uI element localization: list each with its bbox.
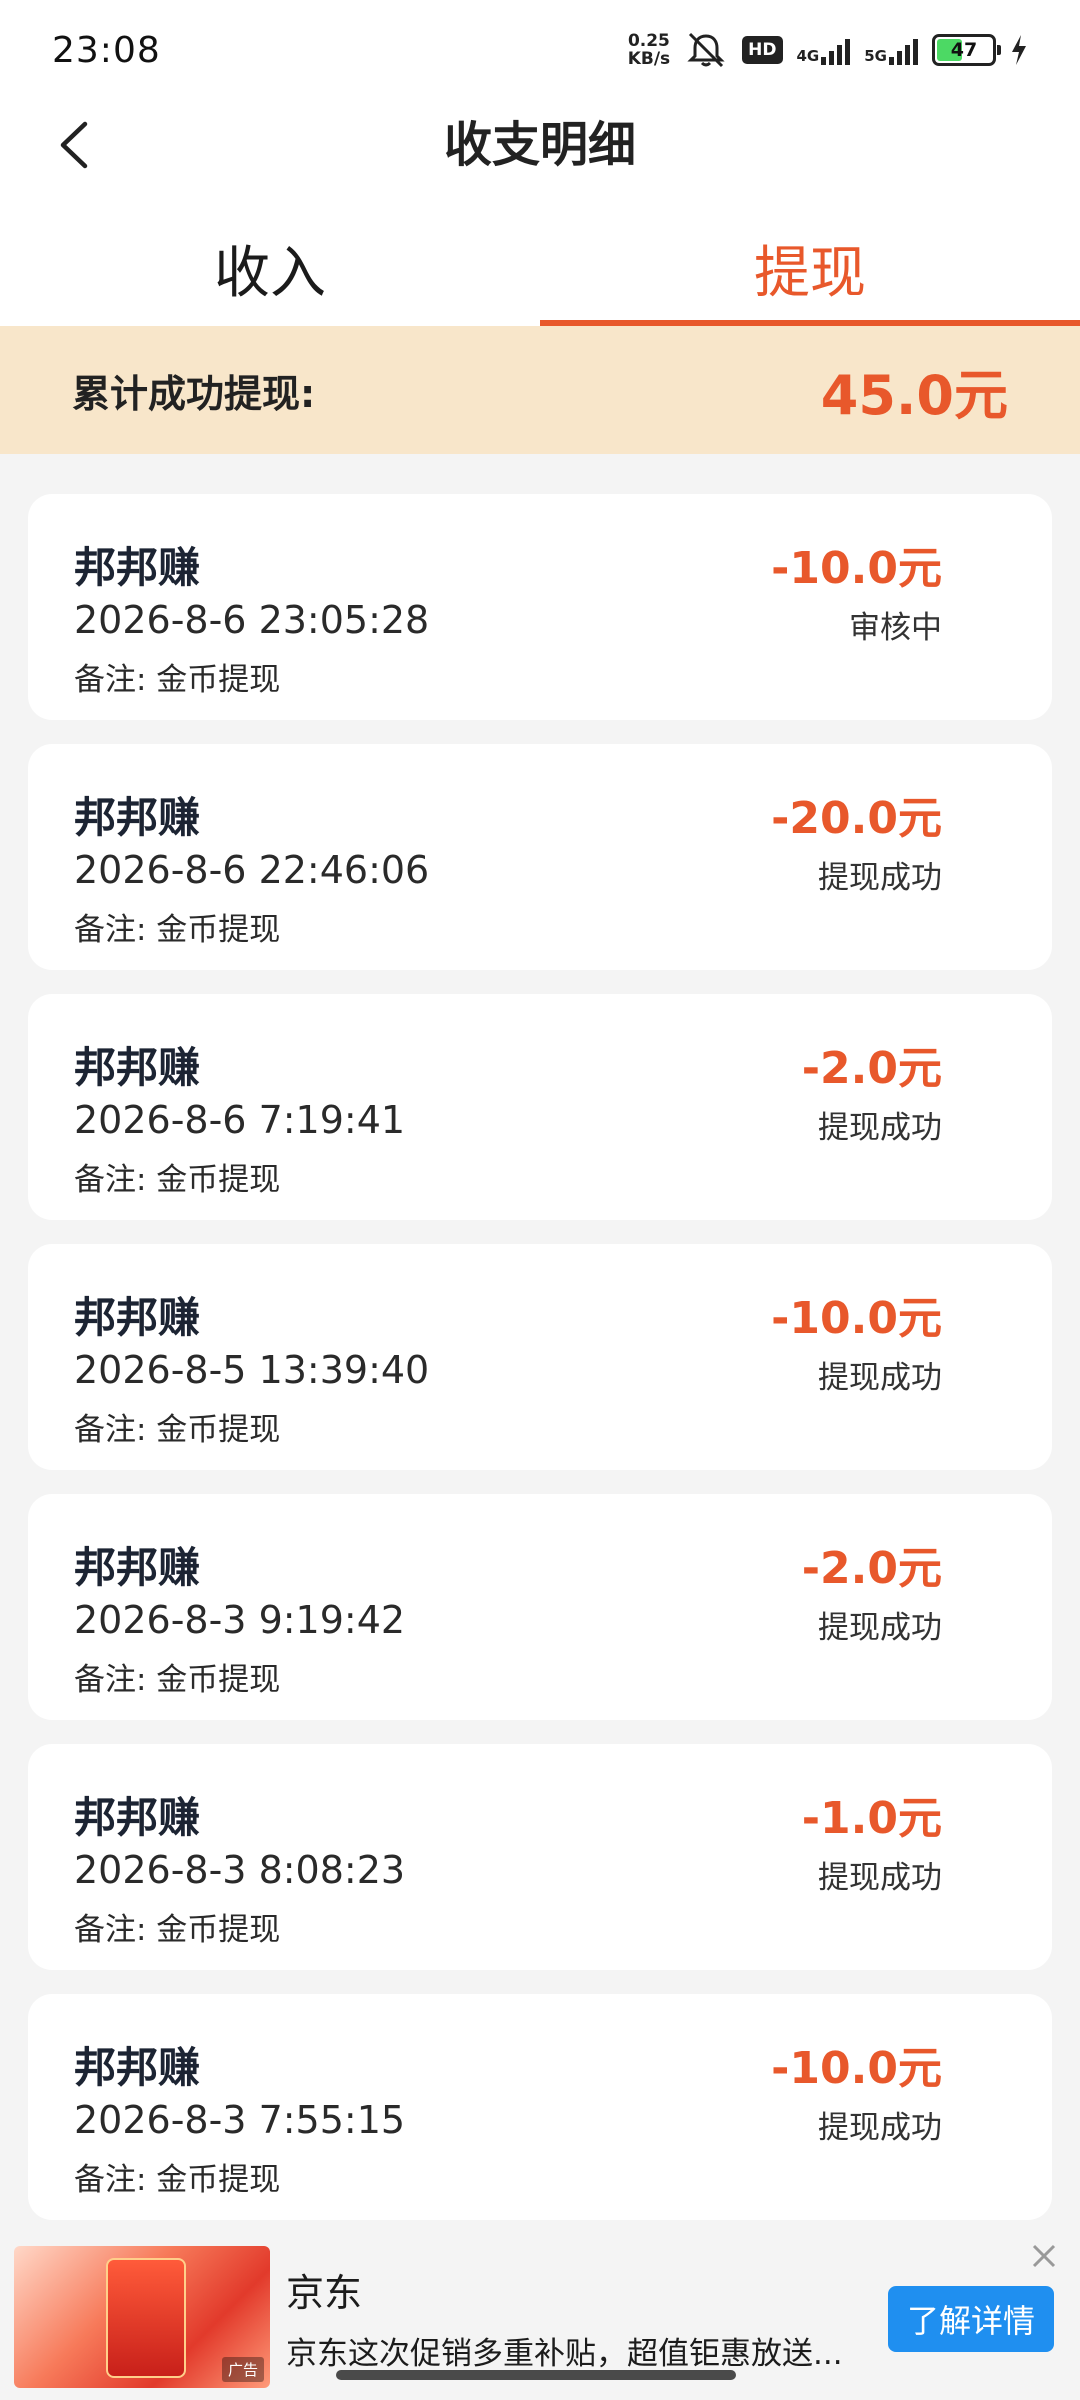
record-amount: -20.0元	[771, 793, 942, 844]
record-datetime: 2026-8-6 7:19:41	[74, 1098, 406, 1142]
tab-withdraw[interactable]: 提现	[540, 210, 1080, 326]
record-amount: -2.0元	[801, 1043, 942, 1094]
record-datetime: 2026-8-3 8:08:23	[74, 1848, 406, 1892]
record-card[interactable]: 邦邦赚 2026-8-5 13:39:40 备注: 金币提现 -10.0元 提现…	[28, 1244, 1052, 1470]
summary-label: 累计成功提现:	[72, 371, 316, 416]
battery-level: 47	[950, 39, 978, 61]
home-indicator[interactable]	[336, 2370, 736, 2380]
record-status: 提现成功	[818, 1110, 942, 1146]
record-note: 备注: 金币提现	[74, 1912, 281, 1948]
record-note: 备注: 金币提现	[74, 1662, 281, 1698]
record-source: 邦邦赚	[74, 1293, 201, 1342]
ad-learn-more-button[interactable]: 了解详情	[888, 2286, 1054, 2352]
record-datetime: 2026-8-6 23:05:28	[74, 598, 430, 642]
record-source: 邦邦赚	[74, 1793, 201, 1842]
ad-thumbnail[interactable]: 广告	[14, 2246, 270, 2388]
record-amount: -2.0元	[801, 1543, 942, 1594]
record-datetime: 2026-8-6 22:46:06	[74, 848, 430, 892]
record-source: 邦邦赚	[74, 793, 201, 842]
ad-brand: 京东	[286, 2271, 363, 2315]
record-card[interactable]: 邦邦赚 2026-8-6 7:19:41 备注: 金币提现 -2.0元 提现成功	[28, 994, 1052, 1220]
net-type-5g: 5G	[864, 47, 887, 65]
record-source: 邦邦赚	[74, 1543, 201, 1592]
record-card[interactable]: 邦邦赚 2026-8-3 7:55:15 备注: 金币提现 -10.0元 提现成…	[28, 1994, 1052, 2220]
status-time: 23:08	[52, 29, 161, 71]
record-amount: -1.0元	[801, 1793, 942, 1844]
record-card[interactable]: 邦邦赚 2026-8-6 23:05:28 备注: 金币提现 -10.0元 审核…	[28, 494, 1052, 720]
record-datetime: 2026-8-3 9:19:42	[74, 1598, 406, 1642]
net-type-4g: 4G	[796, 47, 820, 65]
withdraw-record-list: 邦邦赚 2026-8-6 23:05:28 备注: 金币提现 -10.0元 审核…	[28, 494, 1052, 2244]
record-status: 提现成功	[818, 1360, 942, 1396]
record-card[interactable]: 邦邦赚 2026-8-6 22:46:06 备注: 金币提现 -20.0元 提现…	[28, 744, 1052, 970]
record-amount: -10.0元	[771, 543, 942, 594]
record-status: 审核中	[849, 610, 942, 646]
page-title: 收支明细	[443, 117, 636, 173]
withdraw-detail-page: 23:08 0.25 KB/s HD 4G 5G 47 收支明细 收入 提现 累…	[0, 0, 1080, 2400]
tab-income[interactable]: 收入	[0, 210, 540, 326]
record-amount: -10.0元	[771, 1293, 942, 1344]
record-datetime: 2026-8-3 7:55:15	[74, 2098, 406, 2142]
status-icons: 0.25 KB/s HD 4G 5G 47	[628, 30, 1028, 70]
ad-tag: 广告	[221, 2357, 264, 2382]
record-source: 邦邦赚	[74, 543, 201, 592]
record-note: 备注: 金币提现	[74, 2162, 281, 2198]
status-bar: 23:08 0.25 KB/s HD 4G 5G 47	[0, 0, 1080, 100]
record-status: 提现成功	[818, 1610, 942, 1646]
record-note: 备注: 金币提现	[74, 1162, 281, 1198]
hd-badge: HD	[742, 36, 783, 64]
charging-bolt-icon	[1012, 35, 1026, 65]
record-note: 备注: 金币提现	[74, 912, 281, 948]
record-source: 邦邦赚	[74, 1043, 201, 1092]
record-source: 邦邦赚	[74, 2043, 201, 2092]
mute-bell-icon	[687, 32, 725, 68]
signal-5g: 5G	[864, 35, 918, 65]
withdraw-summary: 累计成功提现: 45.0元	[0, 326, 1080, 454]
record-card[interactable]: 邦邦赚 2026-8-3 8:08:23 备注: 金币提现 -1.0元 提现成功	[28, 1744, 1052, 1970]
signal-icon	[821, 35, 851, 65]
record-amount: -10.0元	[771, 2043, 942, 2094]
close-icon[interactable]	[1026, 2238, 1062, 2274]
ad-gift-box-image	[106, 2258, 186, 2378]
record-note: 备注: 金币提现	[74, 1412, 281, 1448]
summary-amount: 45.0元	[820, 363, 1008, 427]
net-speed-unit: KB/s	[627, 49, 671, 69]
battery-icon: 47	[932, 34, 1001, 66]
record-note: 备注: 金币提现	[74, 662, 281, 698]
signal-4g: 4G	[797, 35, 851, 65]
record-status: 提现成功	[818, 2110, 942, 2146]
net-speed: 0.25 KB/s	[628, 32, 670, 68]
tab-bar: 收入 提现	[0, 210, 1080, 326]
record-datetime: 2026-8-5 13:39:40	[74, 1348, 430, 1392]
record-status: 提现成功	[818, 1860, 942, 1896]
signal-icon	[889, 35, 918, 65]
record-card[interactable]: 邦邦赚 2026-8-3 9:19:42 备注: 金币提现 -2.0元 提现成功	[28, 1494, 1052, 1720]
record-status: 提现成功	[818, 860, 942, 896]
net-speed-value: 0.25	[627, 31, 670, 51]
ad-description: 京东这次促销多重补贴，超值钜惠放送...	[286, 2336, 843, 2372]
